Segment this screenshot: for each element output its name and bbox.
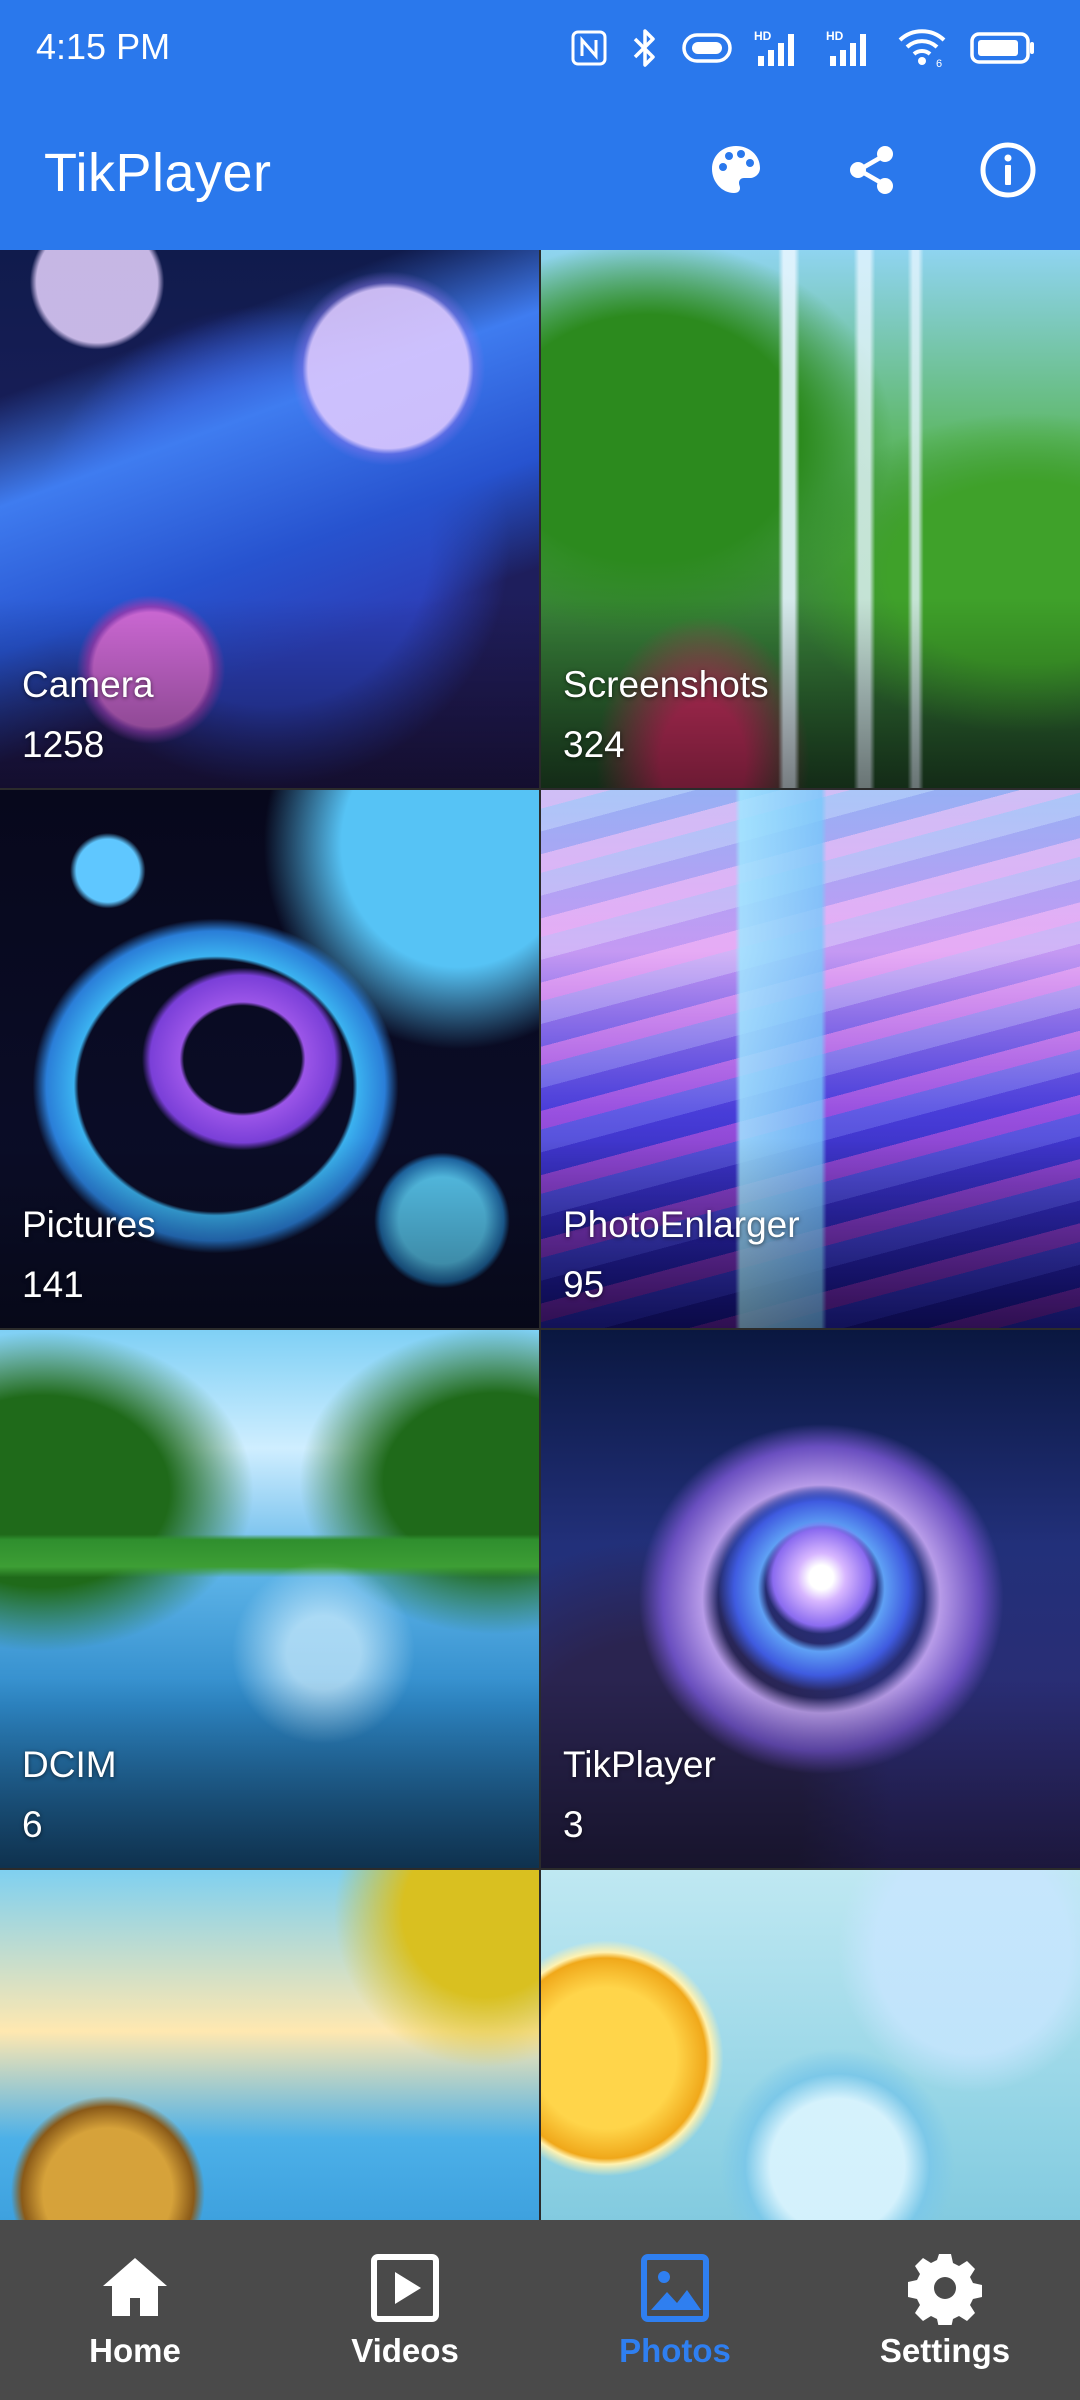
status-icons: HD HD 6 xyxy=(570,24,1036,72)
nav-home-label: Home xyxy=(89,2332,181,2369)
image-icon xyxy=(637,2250,713,2326)
nfc-icon xyxy=(570,29,608,67)
app-actions xyxy=(698,134,1046,210)
nav-videos[interactable]: Videos xyxy=(270,2220,540,2400)
album-count: 324 xyxy=(563,724,625,765)
album-tile-photoenlarger[interactable]: PhotoEnlarger 95 xyxy=(541,790,1080,1328)
album-tile-pictures[interactable]: Pictures 141 xyxy=(0,790,539,1328)
home-icon xyxy=(97,2250,173,2326)
video-icon xyxy=(367,2250,443,2326)
svg-text:HD: HD xyxy=(754,29,772,43)
album-name: PhotoEnlarger xyxy=(563,1204,800,1245)
share-icon xyxy=(844,142,900,203)
album-count: 141 xyxy=(22,1264,84,1305)
info-button[interactable] xyxy=(970,134,1046,210)
app-bar: TikPlayer xyxy=(0,96,1080,250)
album-tile[interactable] xyxy=(0,1870,539,2220)
battery-icon xyxy=(970,31,1036,65)
palette-icon xyxy=(708,142,764,203)
album-name: Pictures xyxy=(22,1204,156,1245)
album-thumbnail xyxy=(541,1870,1080,2220)
nav-settings[interactable]: Settings xyxy=(810,2220,1080,2400)
album-name: TikPlayer xyxy=(563,1744,716,1785)
svg-text:HD: HD xyxy=(826,29,844,43)
album-count: 6 xyxy=(22,1804,43,1845)
album-name: Screenshots xyxy=(563,664,769,705)
app-title: TikPlayer xyxy=(44,143,272,203)
bottom-navigation: Home Videos Photos Settings xyxy=(0,2220,1080,2400)
share-button[interactable] xyxy=(834,134,910,210)
album-count: 1258 xyxy=(22,724,105,765)
album-thumbnail xyxy=(0,1870,539,2220)
album-tile[interactable] xyxy=(541,1870,1080,2220)
album-grid: Camera 1258 Screenshots 324 Pictures 141… xyxy=(0,250,1080,2220)
hd-signal-icon: HD xyxy=(826,28,876,68)
nav-home[interactable]: Home xyxy=(0,2220,270,2400)
album-count: 95 xyxy=(563,1264,605,1305)
svg-text:6: 6 xyxy=(936,58,942,68)
wifi-icon: 6 xyxy=(898,28,948,68)
album-name: Camera xyxy=(22,664,154,705)
hd-signal-icon: HD xyxy=(754,28,804,68)
album-tile-camera[interactable]: Camera 1258 xyxy=(0,250,539,788)
album-tile-tikplayer[interactable]: TikPlayer 3 xyxy=(541,1330,1080,1868)
status-bar: 4:15 PM HD HD 6 xyxy=(0,0,1080,96)
theme-button[interactable] xyxy=(698,134,774,210)
info-icon xyxy=(979,141,1037,204)
gear-icon xyxy=(907,2250,983,2326)
album-count: 3 xyxy=(563,1804,584,1845)
album-name: DCIM xyxy=(22,1744,117,1785)
bluetooth-icon xyxy=(630,28,660,68)
hotspot-icon xyxy=(682,31,732,65)
status-time: 4:15 PM xyxy=(36,26,171,67)
album-tile-screenshots[interactable]: Screenshots 324 xyxy=(541,250,1080,788)
album-tile-dcim[interactable]: DCIM 6 xyxy=(0,1330,539,1868)
nav-photos-label: Photos xyxy=(619,2332,731,2369)
nav-videos-label: Videos xyxy=(351,2332,459,2369)
nav-photos[interactable]: Photos xyxy=(540,2220,810,2400)
nav-settings-label: Settings xyxy=(879,2332,1011,2369)
